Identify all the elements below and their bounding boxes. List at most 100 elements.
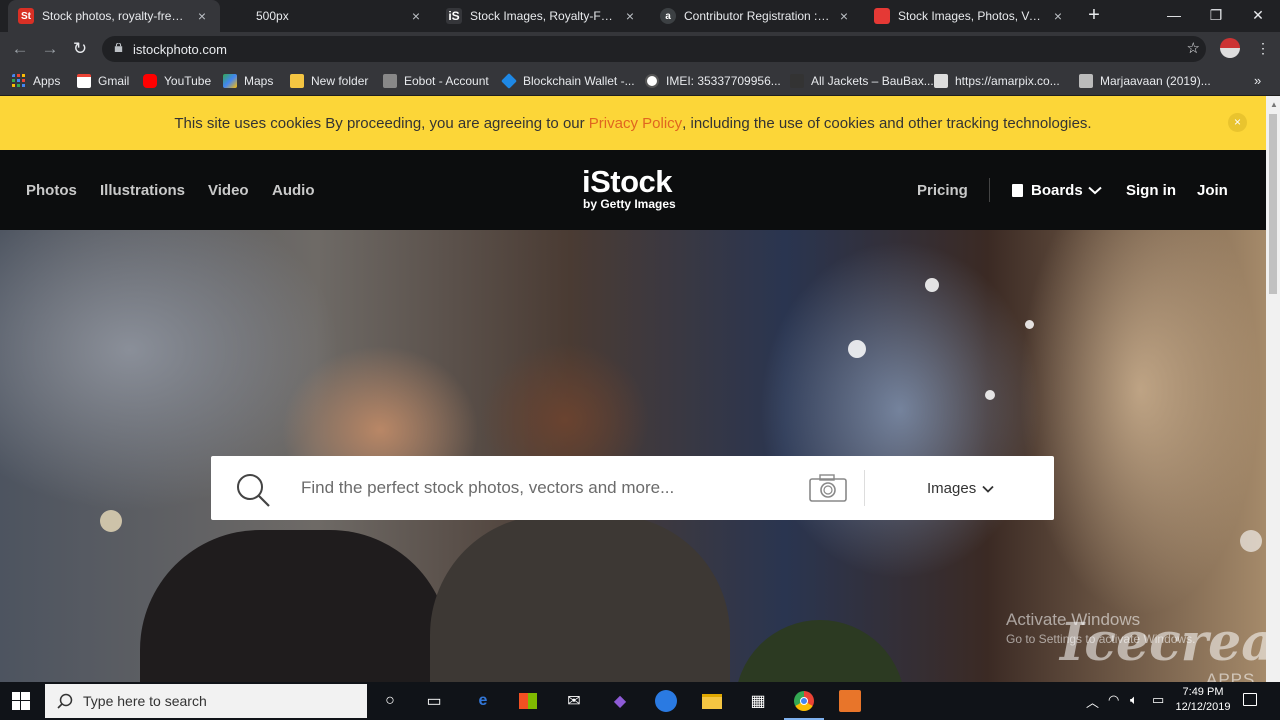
folder-icon <box>290 74 304 88</box>
profile-avatar[interactable] <box>1220 38 1240 58</box>
tab-close-icon[interactable]: × <box>408 8 424 24</box>
tab-favicon-icon <box>232 8 248 24</box>
bookmark-youtube[interactable]: YouTube <box>143 72 211 90</box>
minimize-button[interactable]: — <box>1152 0 1196 30</box>
taskbar-clock[interactable]: 7:49 PM 12/12/2019 <box>1172 685 1234 715</box>
bookmark-apps[interactable]: Apps <box>12 72 60 90</box>
cookie-close-button[interactable]: × <box>1228 113 1247 132</box>
task-view-icon[interactable]: ▭ <box>422 689 446 713</box>
nav-pricing[interactable]: Pricing <box>917 182 968 199</box>
nav-audio[interactable]: Audio <box>272 182 315 199</box>
edge-icon[interactable]: e <box>471 689 495 713</box>
sign-in-link[interactable]: Sign in <box>1126 182 1176 199</box>
bookmark-label: All Jackets – BauBax... <box>811 74 934 88</box>
person-right-coat <box>430 515 730 682</box>
boards-menu[interactable]: Boards <box>1012 182 1102 199</box>
tab-500px[interactable]: 500px × <box>222 0 434 32</box>
tab-stock-images-vectors[interactable]: Stock Images, Photos, Vectors, Video × <box>864 0 1076 32</box>
address-bar[interactable]: istockphoto.com ☆ <box>102 36 1206 62</box>
notifications-icon[interactable] <box>1243 693 1257 706</box>
chevron-down-icon <box>982 485 994 493</box>
page-scrollbar[interactable]: ▲ <box>1266 96 1280 682</box>
bookmark-new-folder[interactable]: New folder <box>290 72 368 90</box>
wifi-icon[interactable]: ◠ <box>1108 692 1119 708</box>
bookmark-star-icon[interactable]: ☆ <box>1187 39 1200 57</box>
movies-icon[interactable]: ▦ <box>746 689 770 713</box>
volume-icon[interactable]: 🔈︎ <box>1130 692 1138 708</box>
store-icon[interactable] <box>516 689 540 713</box>
camera-icon[interactable] <box>809 474 847 502</box>
maximize-button[interactable]: ❐ <box>1194 0 1238 30</box>
logo-main: iStock <box>582 164 673 199</box>
close-window-button[interactable]: ✕ <box>1236 0 1280 30</box>
nav-video[interactable]: Video <box>208 182 249 199</box>
bokeh-light <box>925 278 939 292</box>
bookmark-label: Marjaavaan (2019)... <box>1100 74 1211 88</box>
baubax-icon <box>790 74 804 88</box>
icecream-recorder-icon[interactable] <box>838 689 862 713</box>
gmail-icon <box>77 74 91 88</box>
reload-button[interactable]: ↻ <box>68 37 92 61</box>
maps-icon <box>223 74 237 88</box>
bookmark-gmail[interactable]: Gmail <box>77 72 129 90</box>
bookmark-label: https://amarpix.co... <box>955 74 1060 88</box>
chrome-icon[interactable] <box>784 689 824 720</box>
scrollbar-thumb[interactable] <box>1269 114 1277 294</box>
bokeh-light <box>1240 530 1262 552</box>
cortana-icon[interactable]: ○ <box>378 689 402 713</box>
bokeh-light <box>1025 320 1034 329</box>
back-button[interactable]: ← <box>8 37 32 61</box>
imo-icon[interactable] <box>654 689 678 713</box>
chevron-down-icon <box>1088 186 1102 195</box>
tab-istock[interactable]: iS Stock Images, Royalty-Free Pictures × <box>436 0 648 32</box>
media-type-dropdown[interactable]: Images <box>927 480 994 497</box>
tab-favicon-icon <box>874 8 890 24</box>
bookmark-maps[interactable]: Maps <box>223 72 273 90</box>
search-icon[interactable] <box>235 472 271 508</box>
bookmark-label: Maps <box>244 74 274 88</box>
youtube-icon <box>143 74 157 88</box>
forward-button[interactable]: → <box>38 37 62 61</box>
mail-icon[interactable]: ✉ <box>562 689 586 713</box>
bookmark-baubax[interactable]: All Jackets – BauBax... <box>790 72 934 90</box>
tab-title: Stock Images, Photos, Vectors, Video <box>898 9 1044 23</box>
tray-overflow-icon[interactable]: ︿ <box>1086 692 1099 711</box>
tab-contributor-registration[interactable]: a Contributor Registration : Sign up × <box>650 0 862 32</box>
privacy-policy-link[interactable]: Privacy Policy <box>589 115 682 132</box>
bookmark-eobot[interactable]: Eobot - Account <box>383 72 489 90</box>
nav-illustrations[interactable]: Illustrations <box>100 182 185 199</box>
bokeh-light <box>100 510 122 532</box>
taskbar-search-box[interactable]: Type here to search <box>45 684 367 718</box>
tab-close-icon[interactable]: × <box>194 8 210 24</box>
bookmark-blockchain-wallet[interactable]: Blockchain Wallet -... <box>501 72 635 90</box>
icecream-watermark: Icecream <box>1060 612 1266 673</box>
bookmark-imei[interactable]: IMEI: 35337709956... <box>645 72 781 90</box>
new-tab-button[interactable]: + <box>1084 5 1104 25</box>
search-input[interactable] <box>301 476 801 500</box>
imo-circle <box>655 690 677 712</box>
visual-studio-icon[interactable]: ◆ <box>608 689 632 713</box>
amarpix-icon <box>934 74 948 88</box>
tab-close-icon[interactable]: × <box>622 8 638 24</box>
icecream-watermark-sub: APPS <box>1206 670 1256 682</box>
tab-stock-photos[interactable]: St Stock photos, royalty-free images × <box>8 0 220 32</box>
browser-menu-icon[interactable]: ⋮ <box>1256 40 1270 57</box>
logo-sub: by Getty Images <box>583 197 676 211</box>
istock-logo[interactable]: iStock by Getty Images <box>582 164 676 211</box>
bookmark-amarpix[interactable]: https://amarpix.co... <box>934 72 1060 90</box>
tab-close-icon[interactable]: × <box>1050 8 1066 24</box>
bookmark-marjaavaan[interactable]: Marjaavaan (2019)... <box>1079 72 1211 90</box>
join-link[interactable]: Join <box>1197 182 1228 199</box>
tab-close-icon[interactable]: × <box>836 8 852 24</box>
battery-icon[interactable]: ▭ <box>1152 692 1164 708</box>
bookmarks-overflow-button[interactable]: » <box>1254 73 1261 88</box>
folder-shape <box>702 693 722 709</box>
file-explorer-icon[interactable] <box>700 689 724 713</box>
bookmarks-bar: Apps Gmail YouTube Maps New folder Eobot… <box>0 66 1280 96</box>
scroll-up-icon[interactable]: ▲ <box>1270 100 1278 109</box>
windows-start-icon[interactable] <box>12 692 30 710</box>
blockchain-icon <box>501 73 517 89</box>
person-left-coat <box>140 530 450 682</box>
marjaavaan-icon <box>1079 74 1093 88</box>
nav-photos[interactable]: Photos <box>26 182 77 199</box>
